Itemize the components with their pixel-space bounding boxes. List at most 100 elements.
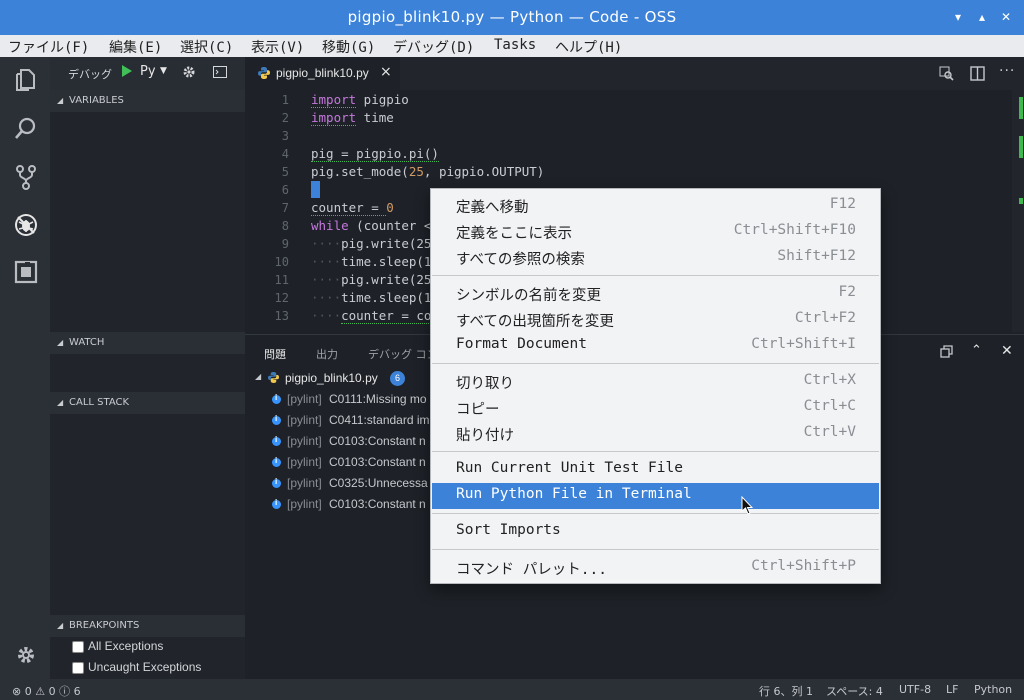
menu-debug[interactable]: デバッグ(D) (393, 37, 474, 57)
debug-config-select[interactable]: Py (140, 64, 156, 79)
minimize-button[interactable]: ▾ (950, 9, 966, 25)
menu-item-format-document[interactable]: Format Document Ctrl+Shift+I (432, 333, 879, 359)
expand-arrow-icon: ◢ (57, 621, 64, 630)
error-icon: ⊗ (12, 685, 22, 698)
menu-item-run-python-file-in-terminal[interactable]: Run Python File in Terminal (432, 483, 879, 509)
problem-source: [pylint] (287, 476, 322, 490)
maximize-button[interactable]: ▴ (974, 9, 990, 25)
settings-gear-icon[interactable] (13, 642, 39, 668)
split-editor-icon[interactable] (970, 66, 985, 84)
menu-item-peek-definition[interactable]: 定義をここに表示 Ctrl+Shift+F10 (432, 219, 879, 245)
menu-item-copy[interactable]: コピー Ctrl+C (432, 395, 879, 421)
expand-arrow-icon: ◢ (255, 372, 262, 381)
code-line: ····counter = co (311, 308, 432, 324)
maximize-panel-icon[interactable] (940, 345, 953, 361)
close-window-button[interactable]: ✕ (998, 9, 1014, 25)
menu-item-cut[interactable]: 切り取り Ctrl+X (432, 369, 879, 395)
code-line: ····time.sleep(1 (311, 290, 432, 305)
code-line: import pigpio (311, 92, 409, 108)
menu-item-go-to-definition[interactable]: 定義へ移動 F12 (432, 193, 879, 219)
info-count: 6 (73, 685, 81, 698)
all-exceptions-checkbox[interactable] (72, 641, 84, 653)
menu-item-find-all-references[interactable]: すべての参照の検索 Shift+F12 (432, 245, 879, 271)
variables-section-header[interactable]: ◢ VARIABLES (50, 90, 245, 112)
menu-item-change-all-occurrences[interactable]: すべての出現箇所を変更 Ctrl+F2 (432, 307, 879, 333)
menu-item-command-palette[interactable]: コマンド パレット... Ctrl+Shift+P (432, 555, 879, 581)
close-panel-icon[interactable]: ✕ (1001, 343, 1013, 359)
tab-output[interactable]: 出力 (316, 346, 338, 362)
warning-icon: ⚠ (35, 685, 46, 698)
problem-message: C0103:Constant n (329, 434, 426, 448)
menu-help[interactable]: ヘルプ(H) (555, 37, 622, 57)
problem-message: C0103:Constant n (329, 455, 426, 469)
overview-ruler[interactable] (1012, 90, 1024, 332)
problem-message: C0111:Missing mo (329, 392, 427, 406)
menu-view[interactable]: 表示(V) (251, 37, 304, 57)
line-number: 11 (274, 273, 289, 287)
menu-edit[interactable]: 編集(E) (109, 37, 162, 57)
menu-separator (432, 363, 879, 364)
chevron-down-icon[interactable]: ▼ (160, 66, 167, 76)
open-changes-icon[interactable] (939, 66, 954, 84)
gear-icon[interactable] (182, 65, 196, 82)
menu-item-sort-imports[interactable]: Sort Imports (432, 519, 879, 545)
info-icon (272, 393, 281, 404)
debug-sidebar: デバッグ Py ▼ ◢ VARIABLES ◢ WATCH ◢ CALL STA… (50, 57, 245, 679)
expand-arrow-icon: ◢ (57, 338, 64, 347)
debug-toolbar: デバッグ Py ▼ (50, 57, 245, 90)
menu-item-paste[interactable]: 貼り付け Ctrl+V (432, 421, 879, 447)
line-number: 1 (281, 93, 289, 107)
info-icon (272, 435, 281, 446)
line-number: 3 (281, 129, 289, 143)
problems-file-name: pigpio_blink10.py (285, 371, 378, 385)
problem-message: C0103:Constant n (329, 497, 426, 511)
info-icon (272, 477, 281, 488)
editor-tab[interactable]: pigpio_blink10.py × (245, 57, 400, 90)
problem-message: C0411:standard im (329, 413, 430, 427)
debug-console-icon[interactable] (213, 66, 227, 81)
debug-icon[interactable] (13, 212, 39, 238)
menu-separator (432, 275, 879, 276)
menu-separator (432, 451, 879, 452)
code-line: pig = pigpio.pi() (311, 146, 439, 162)
breakpoints-section-header[interactable]: ◢ BREAKPOINTS (50, 615, 245, 637)
start-debugging-icon[interactable] (121, 64, 133, 81)
cursor-position[interactable]: 行 6、列 1 (759, 683, 813, 699)
uncaught-exceptions-label: Uncaught Exceptions (88, 660, 202, 674)
extensions-icon[interactable] (13, 259, 39, 285)
tab-problems[interactable]: 問題 (264, 346, 286, 362)
watch-title: WATCH (69, 337, 105, 348)
menu-file[interactable]: ファイル(F) (8, 37, 89, 57)
info-icon (272, 498, 281, 509)
menu-tasks[interactable]: Tasks (494, 37, 536, 53)
variables-panel (50, 112, 245, 332)
tab-debug-console[interactable]: デバッグ コン (368, 346, 438, 362)
code-line: ····pig.write(25 (311, 236, 432, 251)
uncaught-exceptions-checkbox[interactable] (72, 662, 84, 674)
watch-section-header[interactable]: ◢ WATCH (50, 332, 245, 354)
expand-arrow-icon: ◢ (57, 398, 64, 407)
code-line: import time (311, 110, 394, 126)
problems-status[interactable]: ⊗ 0 ⚠ 0 ⓘ 6 (12, 683, 81, 699)
menu-selection[interactable]: 選択(C) (180, 37, 233, 57)
call-stack-section-header[interactable]: ◢ CALL STACK (50, 392, 245, 414)
menu-item-rename-symbol[interactable]: シンボルの名前を変更 F2 (432, 281, 879, 307)
chevron-up-icon[interactable]: ⌃ (971, 343, 982, 358)
more-actions-icon[interactable]: ··· (999, 63, 1015, 79)
tab-close-icon[interactable]: × (380, 64, 392, 80)
code-line: counter = 0 (311, 200, 394, 216)
editor-tab-bar: pigpio_blink10.py × ··· (245, 57, 1024, 90)
code-line: ····time.sleep(1 (311, 254, 432, 269)
info-icon (272, 414, 281, 425)
language-mode[interactable]: Python (974, 683, 1012, 696)
error-count: 0 (24, 685, 32, 698)
menu-go[interactable]: 移動(G) (322, 37, 375, 57)
menu-separator (432, 549, 879, 550)
indentation-status[interactable]: スペース: 4 (826, 683, 883, 699)
eol-status[interactable]: LF (946, 683, 958, 696)
menu-item-run-unit-test-file[interactable]: Run Current Unit Test File (432, 457, 879, 483)
source-control-icon[interactable] (13, 164, 39, 190)
encoding-status[interactable]: UTF-8 (899, 683, 931, 696)
search-icon[interactable] (13, 115, 39, 141)
explorer-icon[interactable] (13, 67, 39, 93)
